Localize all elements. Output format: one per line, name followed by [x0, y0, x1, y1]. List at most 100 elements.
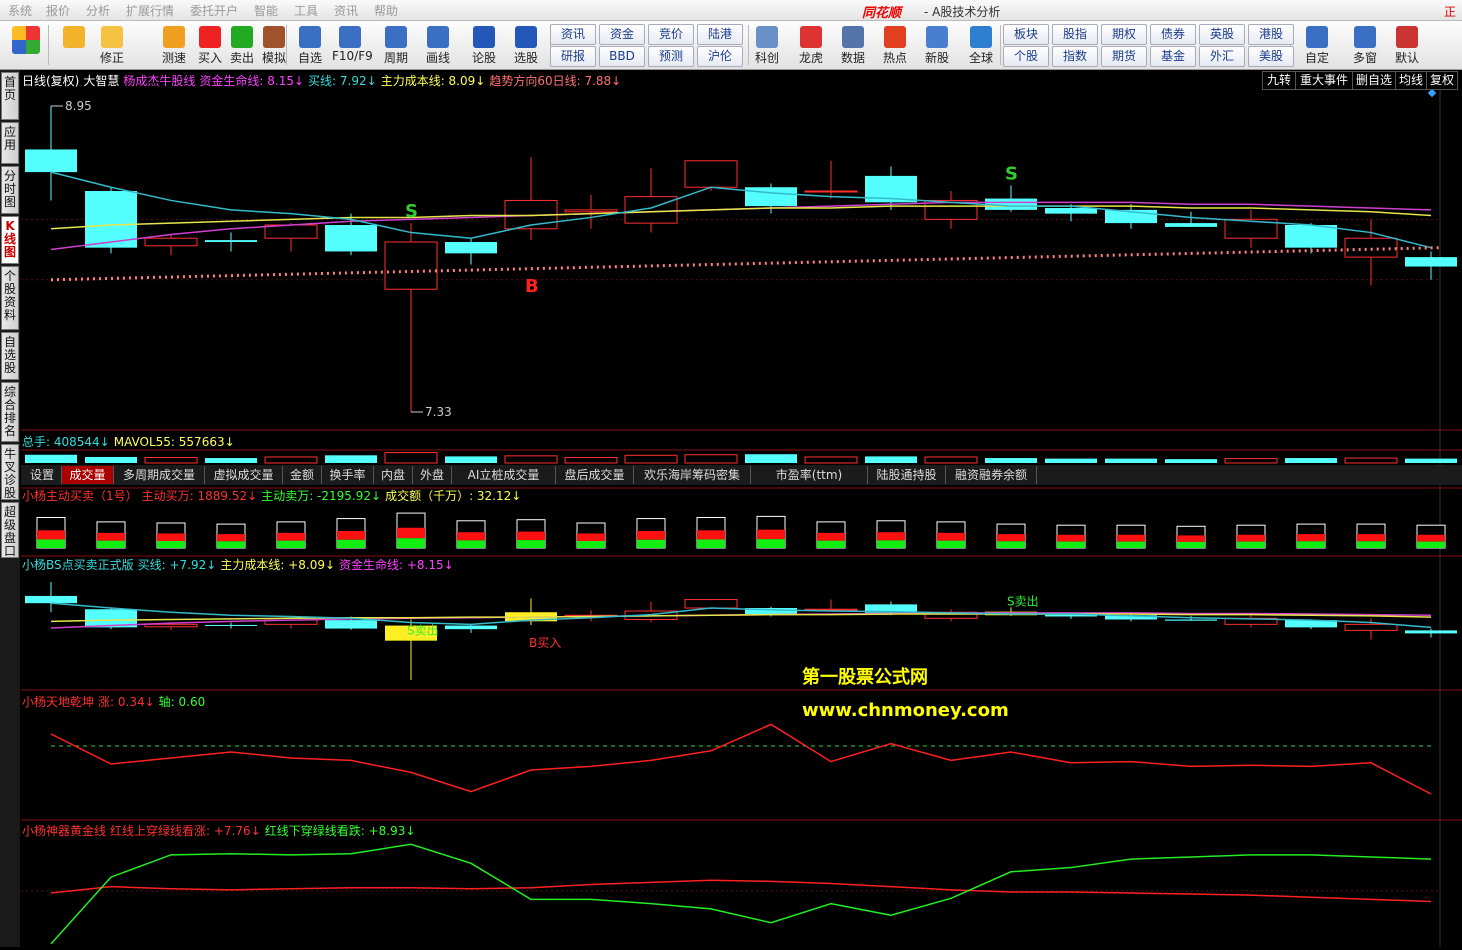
toolbar-button-back-arrow-icon[interactable]	[56, 23, 92, 48]
volume-bar	[325, 455, 377, 463]
active-trade-panel	[36, 512, 1446, 549]
panel1-title-item: 杨成杰牛股线	[123, 74, 196, 88]
indicator-tab-欢乐海岸筹码密集[interactable]: 欢乐海岸筹码密集	[634, 466, 751, 484]
volume-bar	[25, 454, 77, 463]
toolbar-grid-button-竞价[interactable]: 竞价	[648, 24, 694, 45]
right-tab-复权[interactable]: 复权	[1426, 71, 1458, 90]
side-tab-综合排名[interactable]: 综合排名	[1, 382, 19, 442]
tiandi-line	[50, 723, 1432, 795]
toolbar-grid-button-期货[interactable]: 期货	[1101, 46, 1147, 67]
toolbar-button-画线[interactable]: 画线	[420, 23, 456, 66]
toolbar-button-自定[interactable]: 自定	[1298, 23, 1336, 66]
toolbar-button-F10/F9[interactable]: F10/F9	[332, 23, 373, 63]
side-tab-牛叉诊股[interactable]: 牛叉诊股	[1, 444, 19, 500]
indicator-tab-市盈率(ttm)[interactable]: 市盈率(ttm)	[751, 466, 868, 484]
indicator-tab-虚拟成交量[interactable]: 虚拟成交量	[205, 466, 283, 484]
toolbar-button-多窗[interactable]: 多窗	[1346, 23, 1384, 66]
panel2-title: 总手: 408544↓ MAVOL55: 557663↓	[22, 433, 239, 450]
side-tab-应用[interactable]: 应用	[1, 122, 19, 164]
toolbar-button-论股[interactable]: 论股	[466, 23, 502, 66]
toolbar-button-周期[interactable]: 周期	[378, 23, 414, 66]
candle	[264, 223, 318, 252]
chart-area[interactable]: 8.95 7.33 S S B S卖出 S卖出 B买入	[21, 70, 1462, 947]
panel1-title-item: 日线(复权)	[22, 74, 80, 88]
menu-item-0[interactable]: 系统	[8, 2, 32, 19]
toolbar-grid-button-指数[interactable]: 指数	[1052, 46, 1098, 67]
toolbar-button-买入[interactable]: 买入	[192, 23, 228, 66]
toolbar-grid-button-预测[interactable]: 预测	[648, 46, 694, 67]
toolbar-grid-button-资金[interactable]: 资金	[599, 24, 645, 45]
toolbar-grid-button-期权[interactable]: 期权	[1101, 24, 1147, 45]
menu-item-1[interactable]: 报价	[46, 2, 70, 19]
indicator-tab-融资融券余额[interactable]: 融资融券余额	[946, 466, 1037, 484]
candle	[1224, 615, 1278, 628]
toolbar-grid-button-股指[interactable]: 股指	[1052, 24, 1098, 45]
bs-sell-text: S卖出	[407, 624, 439, 638]
volume-bar	[1045, 458, 1097, 463]
menu-item-3[interactable]: 扩展行情	[126, 2, 174, 19]
right-tab-删自选[interactable]: 删自选	[1352, 71, 1396, 90]
indicator-tab-盘后成交量[interactable]: 盘后成交量	[556, 466, 634, 484]
menu-item-4[interactable]: 委托开户	[190, 2, 238, 19]
toolbar-button-龙虎[interactable]: 龙虎	[792, 23, 830, 66]
toolbar-button-热点[interactable]: 热点	[876, 23, 914, 66]
sell-volume-bar	[1417, 541, 1445, 548]
indicator-tab-金额[interactable]: 金额	[283, 466, 322, 484]
clock-icon	[385, 26, 407, 48]
toolbar-grid-button-BBD[interactable]: BBD	[599, 46, 645, 67]
side-tab-自选股[interactable]: 自选股	[1, 332, 19, 380]
toolbar-button-layout-icon[interactable]	[8, 23, 44, 54]
toolbar-button-自选[interactable]: 自选	[292, 23, 328, 66]
toolbar-button-新股[interactable]: 新股	[918, 23, 956, 66]
toolbar-grid-button-板块[interactable]: 板块	[1003, 24, 1049, 45]
indicator-tab-多周期成交量[interactable]: 多周期成交量	[114, 466, 205, 484]
right-tab-均线[interactable]: 均线	[1395, 71, 1427, 90]
toolbar-grid-button-个股[interactable]: 个股	[1003, 46, 1049, 67]
toolbar-button-默认[interactable]: 默认	[1388, 23, 1426, 66]
side-tabs: 首页 应用分时图 K线图个股资料自选股综合排名牛叉诊股超级盘口	[0, 70, 20, 947]
menu-item-7[interactable]: 资讯	[334, 2, 358, 19]
side-tab-超级盘口[interactable]: 超级盘口	[1, 502, 19, 558]
menu-item-5[interactable]: 智能	[254, 2, 278, 19]
globe-icon	[970, 26, 992, 48]
kechuang-icon	[756, 26, 778, 48]
toolbar-button-卖出[interactable]: 卖出	[224, 23, 260, 66]
indicator-tab-外盘[interactable]: 外盘	[413, 466, 452, 484]
toolbar-button-选股[interactable]: 选股	[508, 23, 544, 66]
volume-bar	[924, 456, 978, 464]
side-tab-K线图[interactable]: K线图	[1, 216, 19, 264]
toolbar-button-数据[interactable]: 数据	[834, 23, 872, 66]
indicator-tab-陆股通持股[interactable]: 陆股通持股	[868, 466, 946, 484]
toolbar-label: F10/F9	[332, 49, 373, 63]
indicator-tab-成交量[interactable]: 成交量	[62, 466, 114, 484]
toolbar-button-全球[interactable]: 全球	[962, 23, 1000, 66]
toolbar-grid-button-沪伦[interactable]: 沪伦	[697, 46, 743, 67]
buy-volume-bar	[397, 527, 425, 539]
toolbar-grid-button-研报[interactable]: 研报	[550, 46, 596, 67]
indicator-tab-AI立桩成交量[interactable]: AI立桩成交量	[452, 466, 556, 484]
toolbar-button-科创[interactable]: 科创	[748, 23, 786, 66]
menu-item-6[interactable]: 工具	[294, 2, 318, 19]
menu-item-2[interactable]: 分析	[86, 2, 110, 19]
menu-item-8[interactable]: 帮助	[374, 2, 398, 19]
indicator-tab-内盘[interactable]: 内盘	[374, 466, 413, 484]
toolbar-button-测速[interactable]: 测速	[156, 23, 192, 66]
panel2-title-item: 总手: 408544↓	[22, 435, 110, 449]
toolbar-grid-button-英股[interactable]: 英股	[1199, 24, 1245, 45]
toolbar-grid-button-债券[interactable]: 债券	[1150, 24, 1196, 45]
candle-body	[804, 190, 858, 193]
right-tab-重大事件[interactable]: 重大事件	[1295, 71, 1353, 90]
toolbar-button-修正[interactable]: 修正	[94, 23, 130, 66]
indicator-tab-换手率[interactable]: 换手率	[322, 466, 374, 484]
toolbar-grid-button-陆港[interactable]: 陆港	[697, 24, 743, 45]
side-tab-分时图[interactable]: 分时图	[1, 166, 19, 214]
right-tab-九转[interactable]: 九转	[1262, 71, 1296, 90]
side-tab-首页[interactable]: 首页	[1, 72, 19, 120]
toolbar-grid-button-基金[interactable]: 基金	[1150, 46, 1196, 67]
toolbar-grid-button-美股[interactable]: 美股	[1248, 46, 1294, 67]
side-tab-个股资料[interactable]: 个股资料	[1, 266, 19, 330]
toolbar-grid-button-外汇[interactable]: 外汇	[1199, 46, 1245, 67]
toolbar-grid-button-资讯[interactable]: 资讯	[550, 24, 596, 45]
toolbar-grid-button-港股[interactable]: 港股	[1248, 24, 1294, 45]
indicator-tab-设置[interactable]: 设置	[23, 466, 62, 484]
